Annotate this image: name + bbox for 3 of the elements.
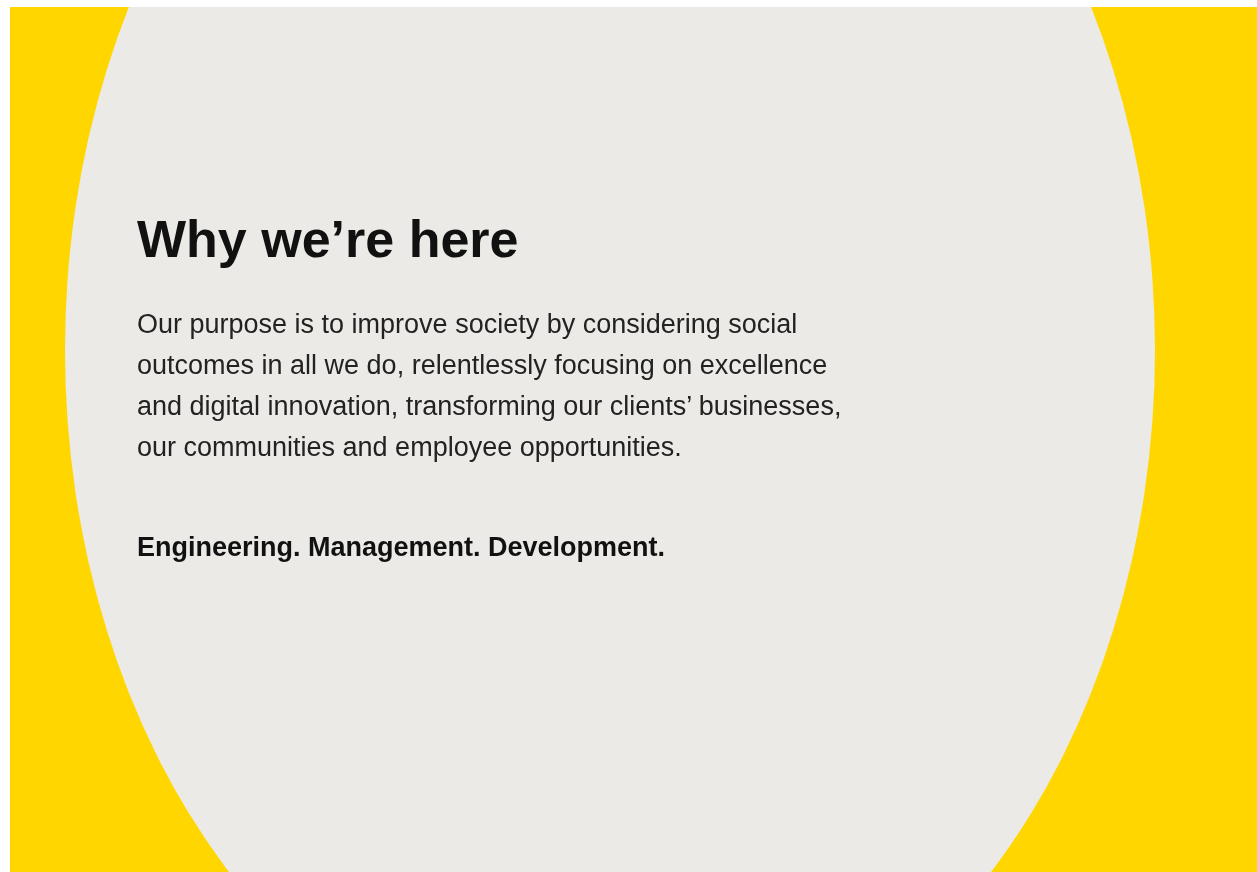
purpose-paragraph: Our purpose is to improve society by considering social outcomes in all we do, relentlessly focusing on excellence and digital innovation, transforming our clients’ businesses, our communities and employee opportunities. xyxy=(137,308,843,465)
section-heading: Why we’re here xyxy=(137,209,519,270)
tagline: Engineering. Management. Development. xyxy=(137,531,666,565)
